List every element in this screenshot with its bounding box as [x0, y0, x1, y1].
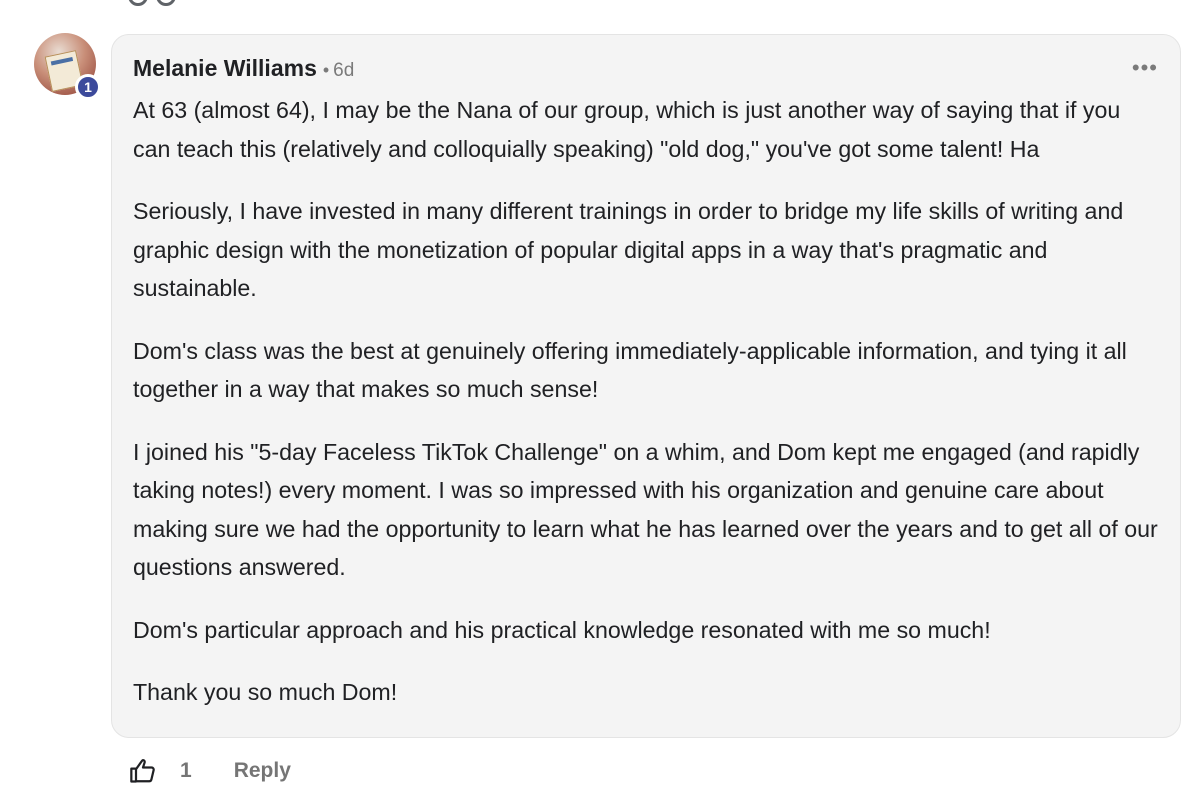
avatar-container[interactable]: 1	[34, 33, 101, 100]
author-name[interactable]: Melanie Williams	[133, 55, 317, 82]
comment-paragraph: Dom's particular approach and his practi…	[133, 616, 991, 643]
like-count: 1	[180, 759, 192, 782]
comment-actions: 1 Reply	[128, 752, 291, 790]
more-options-icon[interactable]: •••	[1132, 57, 1158, 79]
like-button[interactable]	[128, 756, 158, 786]
reply-button[interactable]: Reply	[234, 759, 291, 783]
clipped-previous-content	[128, 0, 176, 6]
thumbs-up-icon	[130, 759, 155, 783]
comment-paragraph: Thank you so much Dom!	[133, 679, 398, 705]
comment-body: At 63 (almost 64), I may be the Nana of …	[133, 91, 1158, 712]
comment-paragraph: I joined his "5-day Faceless TikTok Chal…	[133, 438, 1158, 581]
comment-paragraph: At 63 (almost 64), I may be the Nana of …	[133, 97, 1121, 162]
meta-separator: •	[322, 60, 330, 80]
comment-paragraph: Dom's class was the best at genuinely of…	[133, 337, 1127, 403]
avatar-level-badge: 1	[75, 74, 101, 100]
comment-timestamp[interactable]: 6d	[333, 60, 354, 82]
comment-bubble: Melanie Williams • 6d ••• At 63 (almost …	[111, 34, 1181, 738]
comment-paragraph: Seriously, I have invested in many diffe…	[133, 198, 1124, 301]
comment-thread: 1 Melanie Williams • 6d ••• At 63 (almos…	[0, 0, 1200, 795]
comment-header: Melanie Williams • 6d	[133, 55, 1158, 89]
